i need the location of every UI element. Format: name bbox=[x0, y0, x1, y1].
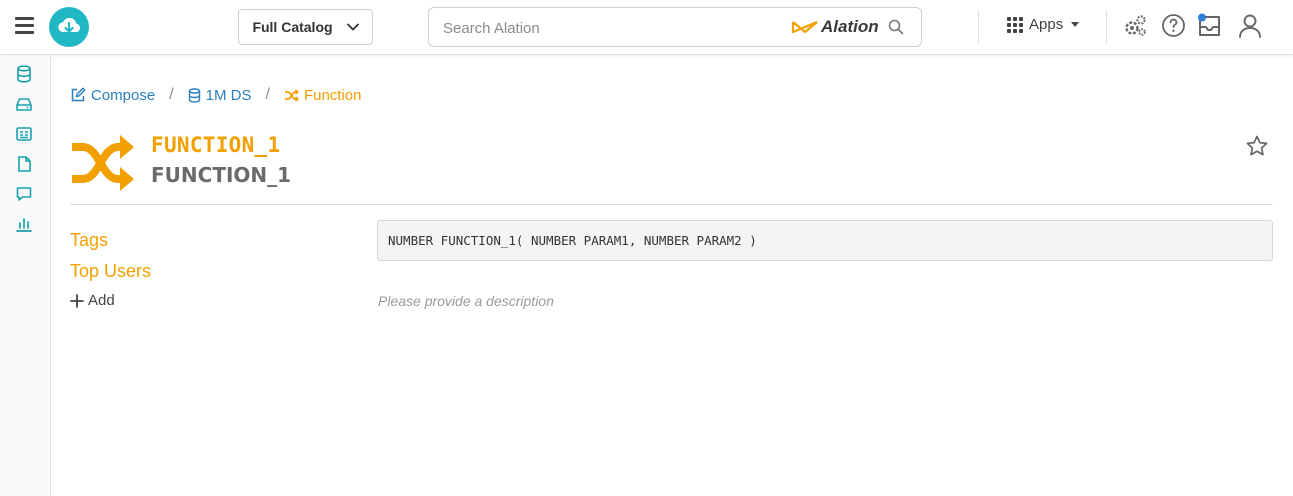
caret-down-icon bbox=[1071, 22, 1080, 27]
add-button-label: Add bbox=[88, 292, 115, 309]
breadcrumb-function: Function bbox=[284, 87, 362, 104]
shuffle-icon bbox=[72, 135, 134, 191]
document-icon[interactable] bbox=[15, 155, 33, 173]
hamburger-icon[interactable] bbox=[15, 17, 34, 34]
analytics-icon[interactable] bbox=[15, 215, 33, 233]
alation-brand-logo: Alation bbox=[791, 17, 879, 37]
top-navigation-bar: Full Catalog Alation Apps bbox=[0, 0, 1293, 55]
drive-icon[interactable] bbox=[15, 95, 33, 113]
notification-dot bbox=[1198, 13, 1206, 22]
breadcrumb: Compose / 1M DS / Function bbox=[70, 86, 362, 104]
cloud-download-icon[interactable] bbox=[49, 7, 89, 47]
plus-icon bbox=[70, 293, 84, 308]
apps-menu-button[interactable]: Apps bbox=[1007, 16, 1080, 33]
apps-grid-icon bbox=[1007, 16, 1023, 33]
database-icon[interactable] bbox=[15, 65, 33, 83]
catalog-selector-button[interactable]: Full Catalog bbox=[238, 9, 373, 45]
article-icon[interactable] bbox=[15, 125, 33, 143]
header-divider bbox=[70, 204, 1273, 205]
divider bbox=[978, 10, 979, 44]
conversation-icon[interactable] bbox=[15, 185, 33, 203]
breadcrumb-data-source-label: 1M DS bbox=[205, 86, 252, 104]
breadcrumb-data-source[interactable]: 1M DS bbox=[188, 87, 252, 104]
top-users-label[interactable]: Top Users bbox=[70, 261, 151, 282]
edit-icon bbox=[71, 87, 86, 102]
alation-logo-icon bbox=[791, 20, 818, 34]
description-field[interactable]: Please provide a description bbox=[378, 293, 554, 309]
page-title: FUNCTION_1 bbox=[151, 133, 281, 157]
add-button[interactable]: Add bbox=[70, 292, 115, 309]
database-icon bbox=[188, 87, 200, 103]
inbox-icon[interactable] bbox=[1196, 13, 1224, 39]
search-input[interactable] bbox=[443, 17, 763, 39]
catalog-selector-label: Full Catalog bbox=[252, 19, 333, 35]
breadcrumb-compose[interactable]: Compose bbox=[70, 87, 155, 104]
search-icon[interactable] bbox=[888, 19, 904, 35]
user-icon[interactable] bbox=[1237, 13, 1263, 39]
search-bar: Alation bbox=[428, 7, 922, 47]
help-icon[interactable] bbox=[1161, 13, 1186, 38]
tags-label[interactable]: Tags bbox=[70, 230, 108, 251]
breadcrumb-function-label: Function bbox=[303, 86, 362, 104]
breadcrumb-separator: / bbox=[169, 86, 174, 103]
chevron-down-icon bbox=[346, 23, 359, 31]
page-subtitle: FUNCTION_1 bbox=[151, 163, 292, 187]
brand-name: Alation bbox=[821, 17, 879, 36]
left-sidebar bbox=[0, 56, 51, 496]
settings-gears-icon[interactable] bbox=[1122, 13, 1148, 39]
star-icon[interactable] bbox=[1245, 134, 1269, 158]
breadcrumb-separator: / bbox=[265, 86, 270, 103]
shuffle-icon bbox=[284, 88, 299, 102]
breadcrumb-compose-label: Compose bbox=[91, 86, 156, 104]
function-signature: NUMBER FUNCTION_1( NUMBER PARAM1, NUMBER… bbox=[377, 220, 1273, 261]
apps-label: Apps bbox=[1029, 16, 1064, 33]
divider bbox=[1106, 10, 1107, 44]
